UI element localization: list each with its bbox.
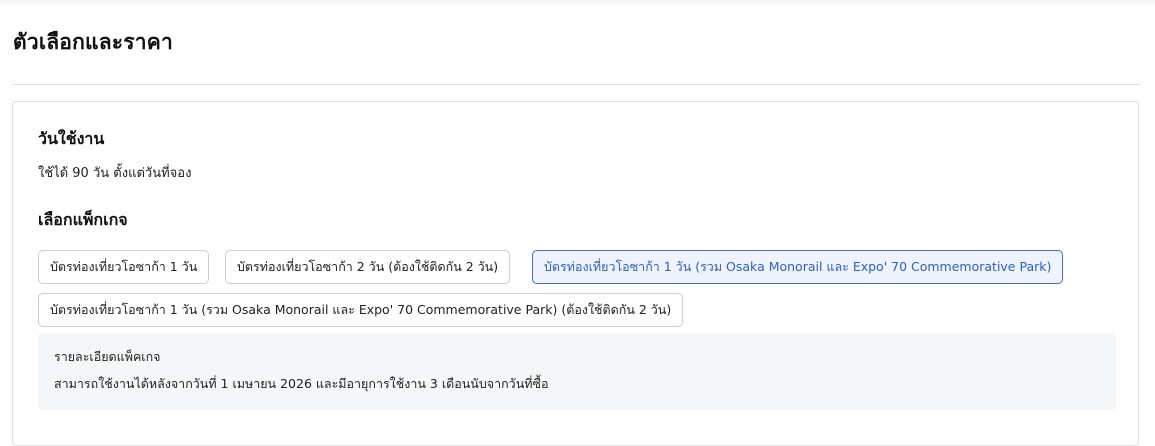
package-option-1day-monorail-expo[interactable]: บัตรท่องเที่ยวโอซาก้า 1 วัน (รวม Osaka M… xyxy=(532,250,1064,284)
package-details-title: รายละเอียดแพ็คเกจ xyxy=(54,349,161,364)
package-details-text: สามารถใช้งานได้หลังจากวันที่ 1 เมษายน 20… xyxy=(54,376,549,391)
package-option-2day[interactable]: บัตรท่องเที่ยวโอซาก้า 2 วัน (ต้องใช้ติดก… xyxy=(225,250,511,284)
options-card: วันใช้งาน ใช้ได้ 90 วัน ตั้งแต่วันที่จอง… xyxy=(12,101,1139,446)
top-shadow xyxy=(0,0,1155,6)
package-heading: เลือกแพ็กเกจ xyxy=(38,210,128,229)
package-option-2day-monorail-expo[interactable]: บัตรท่องเที่ยวโอซาก้า 1 วัน (รวม Osaka M… xyxy=(38,293,684,327)
section-divider xyxy=(12,84,1141,85)
page-title: ตัวเลือกและราคา xyxy=(13,30,173,54)
validity-text: ใช้ได้ 90 วัน ตั้งแต่วันที่จอง xyxy=(38,166,192,181)
validity-heading: วันใช้งาน xyxy=(38,129,105,148)
package-option-1day[interactable]: บัตรท่องเที่ยวโอซาก้า 1 วัน xyxy=(38,250,210,284)
package-details-box: รายละเอียดแพ็คเกจ สามารถใช้งานได้หลังจาก… xyxy=(38,333,1116,410)
